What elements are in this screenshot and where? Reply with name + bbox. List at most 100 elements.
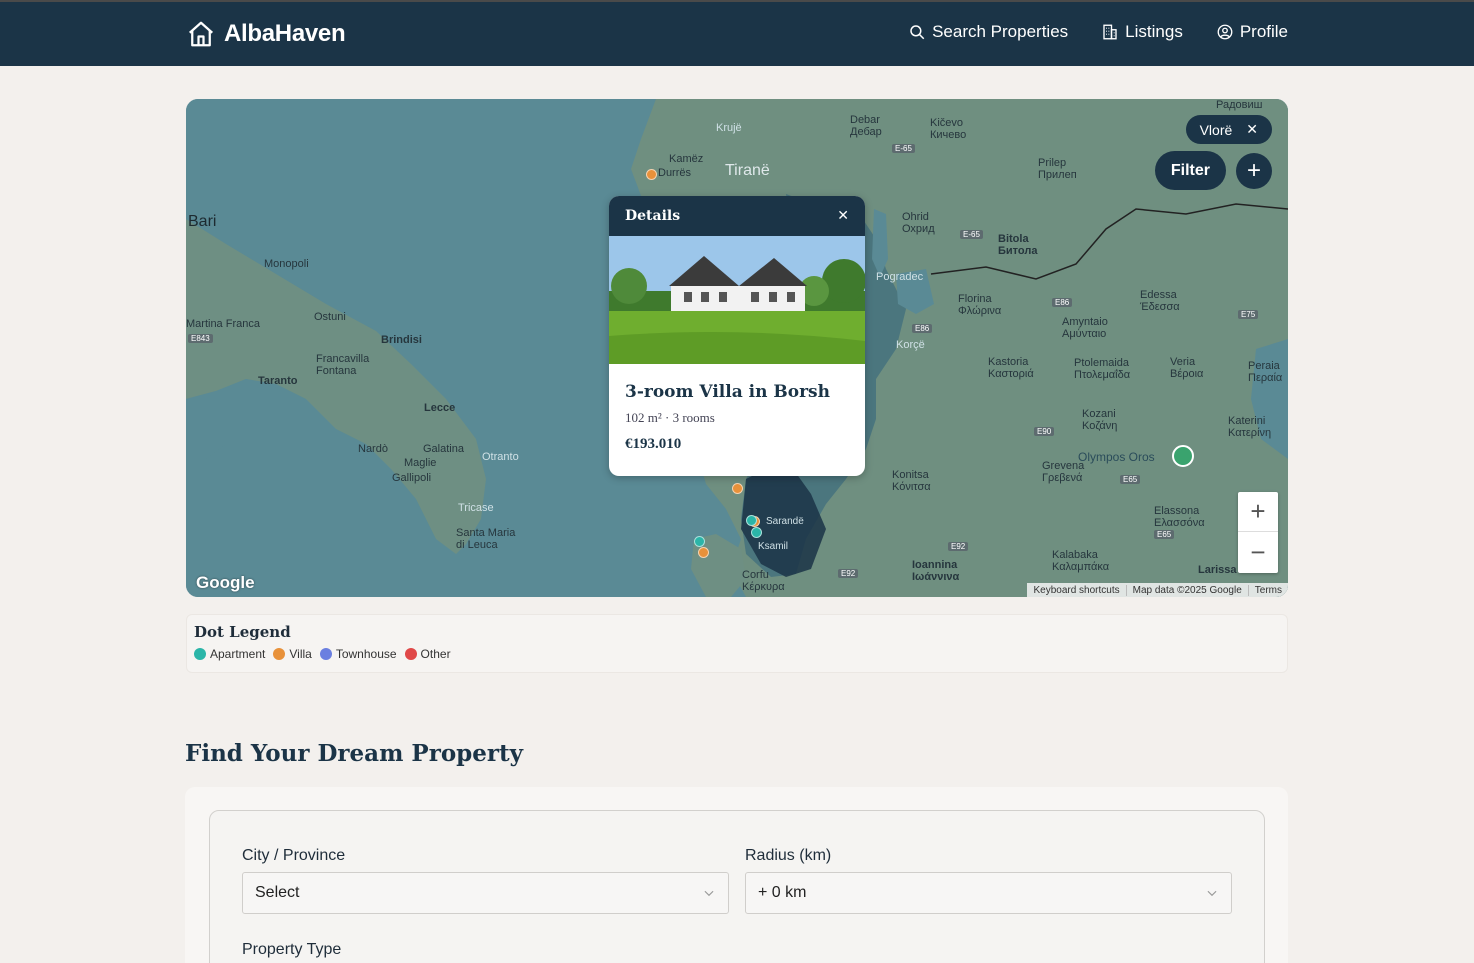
top-navbar: AlbaHaven Search Properties Listings Pro…: [0, 0, 1474, 66]
place-label: Kalabaka Καλαμπάκα: [1052, 549, 1110, 573]
place-label: Olympos Oros: [1078, 450, 1155, 464]
close-icon[interactable]: ✕: [1246, 121, 1258, 138]
close-icon[interactable]: ✕: [837, 208, 849, 224]
place-label: Kastoria Καστοριά: [988, 356, 1034, 380]
place-label: Corfu Κέρκυρα: [742, 569, 785, 593]
popup-title: 3-room Villa in Borsh: [625, 382, 830, 402]
road-badge: E90: [1034, 427, 1055, 436]
city-label: City / Province: [242, 847, 346, 864]
place-label: Kičevo Кичево: [930, 117, 967, 141]
place-label: Sarandë: [766, 516, 804, 527]
property-dot-apartment[interactable]: [746, 515, 757, 526]
road-badge: E92: [838, 569, 859, 578]
zoom-control: + −: [1238, 492, 1278, 573]
nav-listings[interactable]: Listings: [1101, 22, 1183, 42]
filter-button[interactable]: Filter: [1154, 151, 1226, 190]
place-label: Veria Βέροια: [1170, 356, 1204, 380]
place-label: Martina Franca: [186, 318, 260, 330]
road-badge: E86: [912, 324, 933, 333]
property-dot-villa[interactable]: [646, 169, 657, 180]
place-label: Lecce: [424, 402, 456, 414]
place-label: Amyntaio Αμύνταιο: [1062, 316, 1108, 340]
place-label: Pogradec: [876, 271, 924, 283]
building-icon: [1103, 24, 1117, 40]
legend-item-villa: Villa: [273, 647, 312, 661]
chevron-down-icon: [704, 890, 714, 897]
popup-price: €193.010: [625, 436, 682, 452]
road-badge: E86: [1052, 298, 1073, 307]
main-nav: Search Properties Listings Profile: [908, 22, 1288, 42]
add-icon[interactable]: +: [1236, 153, 1272, 189]
city-select[interactable]: Select: [242, 872, 729, 914]
popup-header: Details ✕: [609, 196, 865, 236]
active-filter-chip[interactable]: Vlorë ✕: [1185, 115, 1272, 144]
zoom-in-button[interactable]: +: [1238, 492, 1278, 532]
place-label: Tricase: [458, 502, 494, 514]
road-badge: E75: [1238, 310, 1259, 319]
property-dot-villa[interactable]: [698, 547, 709, 558]
place-label: Francavilla Fontana: [316, 353, 370, 377]
place-label: Edessa Έδεσσα: [1140, 289, 1180, 313]
road-badge: E65: [1154, 530, 1175, 539]
place-label: Galatina: [423, 443, 464, 455]
place-label: Ksamil: [758, 541, 789, 552]
zoom-out-button[interactable]: −: [1238, 532, 1278, 572]
place-label: Bari: [188, 213, 217, 230]
popup-meta: 102 m² · 3 rooms: [625, 410, 715, 425]
legend-swatch: [404, 648, 417, 660]
place-label: Ohrid Охрид: [902, 211, 935, 235]
place-label: Gallipoli: [392, 472, 432, 484]
nav-label: Profile: [1239, 22, 1288, 41]
keyboard-shortcuts-link[interactable]: Keyboard shortcuts: [1027, 585, 1125, 596]
legend-label: Villa: [289, 647, 312, 661]
place-label: Prilep Прилеп: [1038, 157, 1077, 181]
place-label: Nardò: [358, 443, 388, 455]
home-icon: [189, 21, 213, 47]
place-label: Kamëz: [669, 153, 704, 165]
place-label: Larissa: [1198, 564, 1237, 576]
place-label: Korçë: [896, 339, 925, 351]
place-label: Elassona Ελασσόνα: [1154, 505, 1205, 529]
road-badge: E92: [948, 542, 969, 551]
nav-profile[interactable]: Profile: [1216, 22, 1288, 42]
legend-swatch: [273, 648, 286, 660]
road-badge: E65: [1120, 475, 1141, 484]
place-label: Monopoli: [264, 258, 309, 270]
place-label: Ptolemaida Πτολεμαΐδα: [1074, 357, 1131, 381]
brand-logo[interactable]: AlbaHaven: [186, 19, 346, 49]
nav-label: Search Properties: [932, 22, 1069, 41]
map-attribution: Keyboard shortcuts Map data ©2025 Google…: [1027, 583, 1288, 597]
legend-swatch: [319, 648, 332, 660]
place-label: Peraia Περαία: [1248, 360, 1283, 384]
place-label: Grevena Γρεβενά: [1042, 460, 1085, 484]
radius-select[interactable]: + 0 km: [745, 872, 1232, 914]
google-logo: Google: [196, 573, 255, 592]
place-label: Радовиш: [1216, 99, 1263, 111]
road-badge: E-65: [960, 230, 983, 239]
chevron-down-icon: [1207, 890, 1217, 897]
place-label: Katerini Κατερίνη: [1228, 415, 1272, 439]
property-dot-apartment[interactable]: [751, 527, 762, 538]
legend-item-townhouse: Townhouse: [319, 647, 397, 661]
map-data-text: Map data ©2025 Google: [1125, 584, 1248, 596]
property-dot-villa[interactable]: [732, 483, 743, 494]
place-label: Santa Maria di Leuca: [456, 527, 516, 551]
place-label: Ioannina Ιωάννινα: [912, 559, 960, 583]
city-select-value: Select: [255, 884, 300, 901]
user-circle-icon: [1217, 24, 1233, 40]
nav-search-properties[interactable]: Search Properties: [908, 22, 1068, 42]
popup-header-title: Details: [625, 208, 681, 224]
mountain-marker-icon[interactable]: [1172, 445, 1194, 467]
brand-name: AlbaHaven: [224, 20, 346, 47]
property-map[interactable]: Bari Monopoli Ostuni Martina Franca Brin…: [186, 99, 1288, 597]
legend-label: Apartment: [210, 647, 266, 661]
place-label: Brindisi: [381, 334, 422, 346]
legend-title: Dot Legend: [194, 623, 291, 641]
place-label: Konitsa Κόνιτσα: [892, 469, 931, 493]
property-dot-apartment[interactable]: [694, 536, 705, 547]
legend-label: Other: [420, 647, 451, 661]
legend-label: Townhouse: [335, 647, 397, 661]
place-label: Florina Φλώρινα: [958, 293, 1002, 317]
radius-select-value: + 0 km: [758, 884, 807, 901]
terms-link[interactable]: Terms: [1247, 584, 1288, 596]
